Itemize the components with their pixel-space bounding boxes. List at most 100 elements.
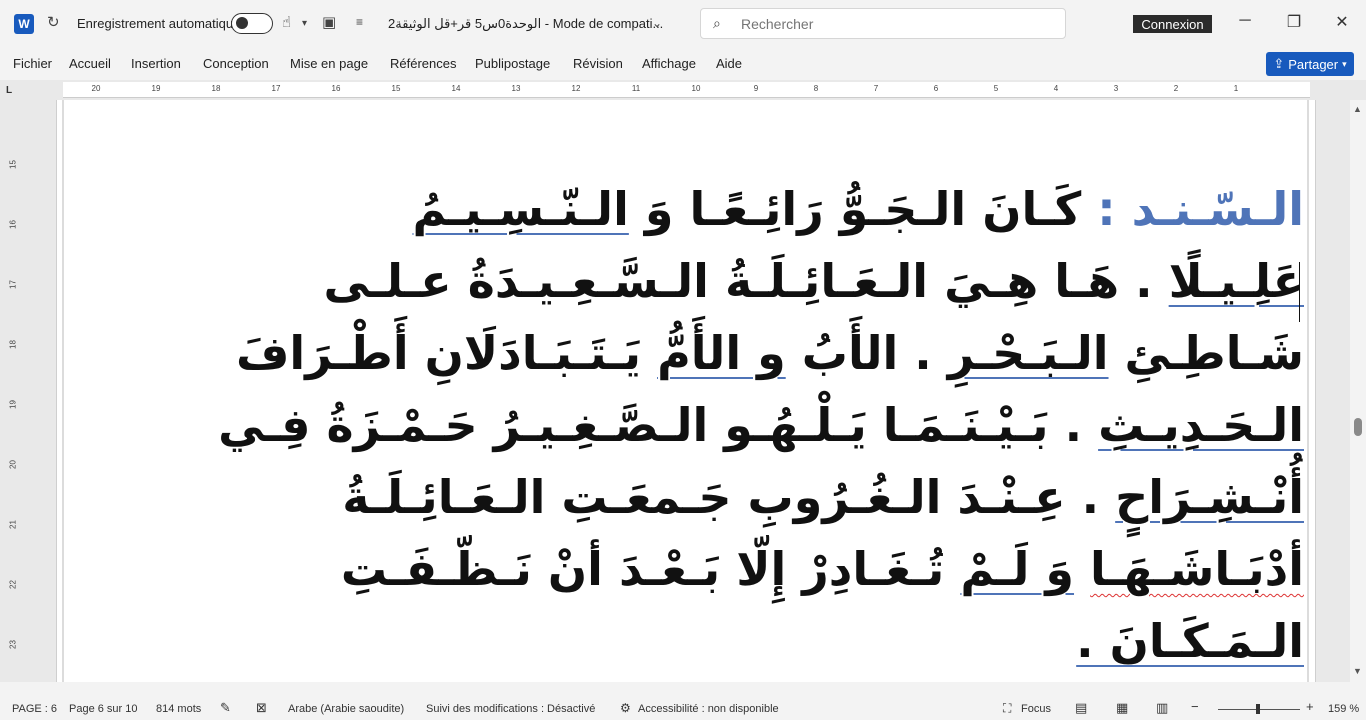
text-segment: شَـاطِـئِ — [1108, 326, 1304, 380]
autosave-toggle[interactable] — [231, 13, 273, 34]
ruler-number: 4 — [1053, 84, 1059, 93]
page-margin-right — [1307, 100, 1309, 682]
scroll-thumb[interactable] — [1354, 418, 1362, 436]
vruler-number: 22 — [8, 580, 18, 589]
text-cursor — [1299, 262, 1300, 322]
underlined-word: وَ لَـمْ — [960, 542, 1075, 596]
text-line-3: شَـاطِـئِ الـبَـحْـرِ . الأَبُ و الأَمُّ… — [236, 326, 1304, 398]
page-margin-left — [62, 100, 64, 682]
vruler-number: 16 — [8, 220, 18, 229]
text-segment: . عِـنْـدَ الـغُـرُوبِ جَـمعَـتِ الـعَـا… — [342, 470, 1116, 524]
ruler-number: 12 — [571, 84, 581, 93]
ruler-number: 5 — [993, 84, 999, 93]
menu-revision[interactable]: Révision — [573, 56, 623, 71]
restore-icon[interactable]: ❐ — [1279, 12, 1309, 32]
menu-publipostage[interactable]: Publipostage — [475, 56, 550, 71]
heading-sanad: الـسّـنـد : — [1097, 182, 1304, 236]
ruler-number: 13 — [511, 84, 521, 93]
login-button[interactable]: Connexion — [1133, 15, 1212, 33]
underlined-word: الـمَـكَـانَ . — [1076, 614, 1304, 668]
spellcheck-word[interactable]: أدْبَـاشَـهَـا — [1090, 542, 1304, 596]
share-icon: ⇪ — [1273, 56, 1285, 71]
text-line-5: أُنْـشِـرَاحٍ . عِـنْـدَ الـغُـرُوبِ جَـ… — [342, 470, 1304, 542]
zoom-out-icon[interactable]: − — [1191, 699, 1199, 714]
print-layout-icon[interactable]: ▦ — [1116, 700, 1128, 716]
ruler-number: 18 — [211, 84, 221, 93]
status-bar: PAGE : 6 Page 6 sur 10 814 mots ✎ ⊠ Arab… — [0, 698, 1366, 720]
horizontal-scrollbar[interactable] — [24, 682, 1350, 698]
text-segment: يَـتَـبَـادَلَانِ أَطْـرَافَ — [236, 326, 658, 380]
menu-mise-en-page[interactable]: Mise en page — [290, 56, 368, 71]
underlined-word: و الأَمُّ — [657, 326, 786, 380]
search-box[interactable]: ⌕ — [700, 8, 1066, 39]
vruler-number: 19 — [8, 400, 18, 409]
status-page-of[interactable]: Page 6 sur 10 — [69, 703, 138, 715]
minimize-icon[interactable]: ─ — [1230, 12, 1260, 30]
scroll-down-icon[interactable]: ▼ — [1353, 666, 1362, 676]
ruler-number: 1 — [1233, 84, 1239, 93]
underlined-word: عَلِـيـلًا — [1168, 254, 1304, 308]
text-line-6: أدْبَـاشَـهَـا وَ لَـمْ تُـغَـادِرْ إِلّ… — [341, 542, 1304, 614]
ruler-number: 10 — [691, 84, 701, 93]
ruler-number: 3 — [1113, 84, 1119, 93]
ruler-number: 14 — [451, 84, 461, 93]
macro-icon[interactable]: ⊠ — [256, 700, 267, 716]
zoom-in-icon[interactable]: + — [1306, 699, 1314, 714]
customize-toolbar-icon[interactable]: ≡ — [356, 15, 363, 29]
menu-conception[interactable]: Conception — [203, 56, 269, 71]
vruler-number: 20 — [8, 460, 18, 469]
status-accessibility[interactable]: Accessibilité : non disponible — [638, 703, 779, 715]
read-mode-icon[interactable]: ▤ — [1075, 700, 1087, 716]
text-segment: . هَـا هِـيَ الـعَـائِـلَـةُ الـسَّـعِـي… — [323, 254, 1169, 308]
focus-button[interactable]: Focus — [1021, 703, 1051, 715]
scroll-up-icon[interactable]: ▲ — [1353, 104, 1362, 114]
document-area: الـسّـنـد : كَـانَ الـجَـوُّ رَائِـعًـا … — [24, 100, 1350, 682]
status-word-count[interactable]: 814 mots — [156, 703, 201, 715]
clipboard-icon[interactable]: ▣ — [322, 13, 336, 31]
web-layout-icon[interactable]: ▥ — [1156, 700, 1168, 716]
search-icon: ⌕ — [713, 15, 721, 31]
title-bar: W ↻ Enregistrement automatique ☝ ▾ ▣ ≡ ا… — [0, 0, 1366, 48]
menu-fichier[interactable]: Fichier — [13, 56, 52, 71]
proofing-icon[interactable]: ✎ — [220, 700, 231, 716]
search-input[interactable] — [741, 14, 1041, 34]
autosave-label: Enregistrement automatique — [77, 16, 241, 31]
zoom-slider-thumb[interactable] — [1256, 704, 1260, 714]
ruler-number: 2 — [1173, 84, 1179, 93]
status-page[interactable]: PAGE : 6 — [12, 703, 57, 715]
chevron-down-icon[interactable]: ▾ — [302, 18, 307, 29]
menu-bar: Fichier Accueil Insertion Conception Mis… — [0, 48, 1366, 78]
horizontal-ruler[interactable]: 20 19 18 17 16 15 14 13 12 11 10 9 8 7 6… — [63, 82, 1310, 98]
text-segment: . بَـيْـنَـمَـا يَـلْـهُـو الـصَّـغِـيـر… — [218, 398, 1099, 452]
word-logo-icon: W — [14, 14, 34, 34]
vertical-ruler[interactable]: 15 16 17 18 19 20 21 22 23 — [0, 100, 24, 682]
vertical-scrollbar[interactable]: ▲ ▼ — [1350, 100, 1366, 682]
ruler-number: 19 — [151, 84, 161, 93]
tab-selector[interactable]: L — [6, 85, 12, 96]
menu-aide[interactable]: Aide — [716, 56, 742, 71]
share-button[interactable]: ⇪ Partager ▾ — [1266, 52, 1354, 76]
vruler-number: 18 — [8, 340, 18, 349]
touch-mode-icon[interactable]: ☝ — [282, 13, 291, 31]
vruler-number: 15 — [8, 160, 18, 169]
accessibility-icon: ⚙ — [620, 701, 631, 715]
status-track-changes[interactable]: Suivi des modifications : Désactivé — [426, 703, 595, 715]
underlined-word: الـنّـسِـيـمُ — [412, 182, 629, 236]
focus-icon: ⛶ — [1003, 701, 1012, 715]
text-segment: . الأَبُ — [785, 326, 948, 380]
menu-references[interactable]: Références — [390, 56, 456, 71]
menu-accueil[interactable]: Accueil — [69, 56, 111, 71]
status-language[interactable]: Arabe (Arabie saoudite) — [288, 703, 404, 715]
document-title[interactable]: الوحدة0س5 قر+قل الوثيقة2 - Mode de compa… — [388, 16, 663, 32]
sync-icon[interactable]: ↻ — [47, 13, 60, 31]
close-icon[interactable]: ✕ — [1327, 12, 1357, 32]
zoom-level[interactable]: 159 % — [1328, 703, 1359, 715]
menu-insertion[interactable]: Insertion — [131, 56, 181, 71]
chevron-down-icon: ▾ — [1342, 58, 1347, 69]
menu-affichage[interactable]: Affichage — [642, 56, 696, 71]
ruler-number: 16 — [331, 84, 341, 93]
text-segment: تُـغَـادِرْ إِلّا بَـعْـدَ أنْ نَـظّـفَـ… — [340, 542, 961, 596]
ruler-number: 15 — [391, 84, 401, 93]
title-chevron-icon[interactable]: ⌄ — [652, 16, 662, 30]
ruler-number: 20 — [91, 84, 101, 93]
